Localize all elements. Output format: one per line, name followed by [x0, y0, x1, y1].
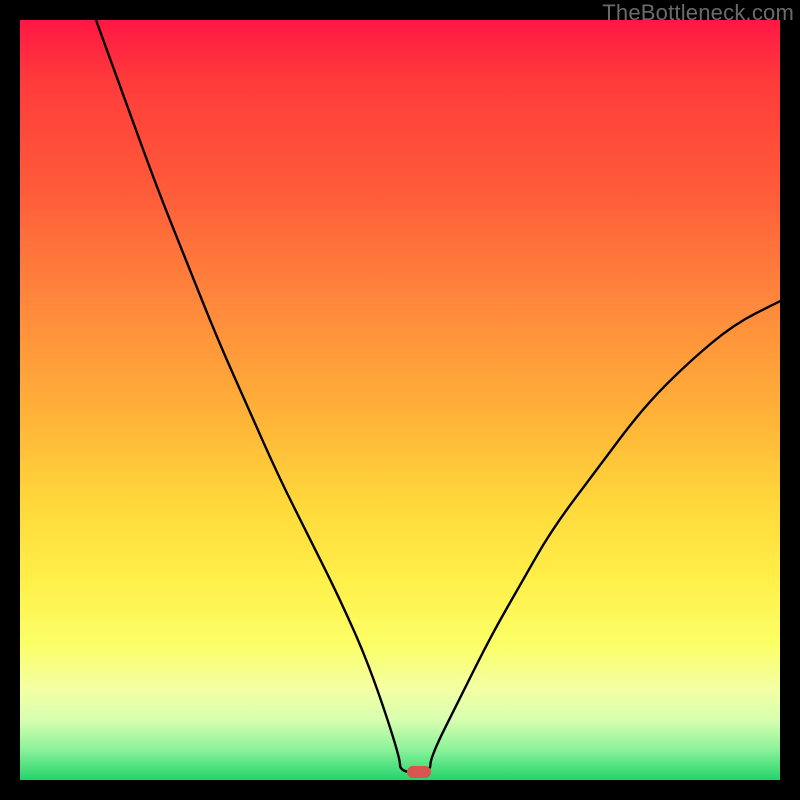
chart-frame: TheBottleneck.com	[0, 0, 800, 800]
bottleneck-curve	[20, 20, 780, 780]
plot-area	[20, 20, 780, 780]
minimum-marker	[407, 766, 431, 778]
curve-path	[96, 20, 780, 772]
